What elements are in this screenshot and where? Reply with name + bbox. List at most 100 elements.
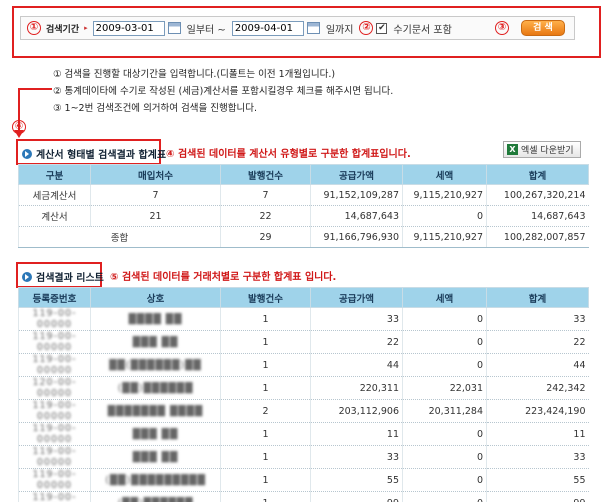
marker-3: ③ xyxy=(495,21,509,35)
cell: (██)██████ xyxy=(90,376,221,400)
cell: 91,152,109,287 xyxy=(310,184,403,206)
cell: 44 xyxy=(486,353,589,377)
redacted-reg-number: 119-00-00000 xyxy=(32,492,77,502)
summary-title-text: 계산서 형태별 검색결과 합계표 xyxy=(36,150,167,161)
table-row: 계산서 21 22 14,687,643 0 14,687,643 xyxy=(18,205,589,227)
cell: 14,687,643 xyxy=(310,205,403,227)
cell: 종합 xyxy=(18,226,221,248)
redacted-company-name: ██(██████)██ xyxy=(109,359,202,371)
calendar-icon[interactable] xyxy=(306,22,320,34)
table-row[interactable]: 119-00-00000 ███ ██ 1 11 0 11 xyxy=(18,422,589,446)
to-date-input[interactable] xyxy=(231,20,304,36)
cell: 100,282,007,857 xyxy=(486,226,589,248)
redacted-company-name: (██)██████ xyxy=(117,382,194,394)
cell: 119-00-00000 xyxy=(18,422,91,446)
from-date-input[interactable] xyxy=(92,20,165,36)
list-note: ⑤ 검색된 데이터를 거래처별로 구분한 합계표 입니다. xyxy=(110,272,337,283)
cell: 100,267,320,214 xyxy=(486,184,589,206)
redacted-company-name: ███████ ████ xyxy=(107,405,204,417)
cell: 0 xyxy=(402,491,487,502)
cell: 세금계산서 xyxy=(18,184,91,206)
cell: 91,166,796,930 xyxy=(310,226,403,248)
cell: 1 xyxy=(220,468,311,492)
cell: 0 xyxy=(402,445,487,469)
list-section-title: 검색결과 리스트 xyxy=(22,269,104,284)
marker-1: ① xyxy=(27,21,41,35)
cell: 99 xyxy=(310,491,403,502)
cell: 1 xyxy=(220,353,311,377)
redacted-reg-number: 119-00-00000 xyxy=(32,446,77,468)
cell: 119-00-00000 xyxy=(18,468,91,492)
table-row[interactable]: 120-00-00000 (██)██████ 1 220,311 22,031 242,… xyxy=(18,376,589,400)
note-line: ② 통계데이타에 수기로 작성된 (세금)계산서를 포함시킬경우 체크를 해주시… xyxy=(53,86,394,97)
cell: 0 xyxy=(402,330,487,354)
cell: (██)██████ xyxy=(90,491,221,502)
table-row[interactable]: 119-00-00000 (██)█████████ 1 55 0 55 xyxy=(18,468,589,492)
cell: 44 xyxy=(310,353,403,377)
cell: 1 xyxy=(220,445,311,469)
col-header: 합계 xyxy=(486,287,589,308)
manual-doc-label: 수기문서 포함 xyxy=(393,24,452,36)
redacted-reg-number: 119-00-00000 xyxy=(32,331,77,353)
cell: 21 xyxy=(90,205,221,227)
cell: ████ ██ xyxy=(90,307,221,331)
cell: 1 xyxy=(220,307,311,331)
cell: 9,115,210,927 xyxy=(402,184,487,206)
cell: 223,424,190 xyxy=(486,399,589,423)
search-bar: ① 검색기간 ▸ 일부터 ~ 일까지 ② ✔ 수기문서 포함 ③ 검 색 xyxy=(20,16,575,40)
redacted-reg-number: 119-00-00000 xyxy=(32,423,77,445)
table-row[interactable]: 119-00-00000 ███ ██ 1 22 0 22 xyxy=(18,330,589,354)
redacted-reg-number: 119-00-00000 xyxy=(32,308,77,330)
cell: 119-00-00000 xyxy=(18,307,91,331)
cell: 119-00-00000 xyxy=(18,491,91,502)
cell: 7 xyxy=(220,184,311,206)
excel-download-button[interactable]: X 엑셀 다운받기 xyxy=(503,141,581,158)
instructions: ① 검색을 진행할 대상기간을 입력합니다.(디폴트는 이전 1개월입니다.) … xyxy=(53,66,393,117)
cell: 22 xyxy=(220,205,311,227)
redacted-company-name: ████ ██ xyxy=(128,313,183,325)
summary-note: ④ 검색된 데이터를 계산서 유형별로 구분한 합계표입니다. xyxy=(166,149,411,160)
cell: 220,311 xyxy=(310,376,403,400)
pointer-arrow-line xyxy=(18,88,52,90)
redacted-company-name: ███ ██ xyxy=(132,428,179,440)
list-header-row: 등록증번호 상호 발행건수 공급가액 세액 합계 xyxy=(18,287,589,308)
marker-2: ② xyxy=(359,21,374,35)
redacted-reg-number: 119-00-00000 xyxy=(32,469,77,491)
list-title-text: 검색결과 리스트 xyxy=(36,273,104,284)
cell: 119-00-00000 xyxy=(18,399,91,423)
table-row[interactable]: 119-00-00000(██)██████199099 xyxy=(18,491,589,502)
cell: 11 xyxy=(310,422,403,446)
cell: ███ ██ xyxy=(90,422,221,446)
cell: ███ ██ xyxy=(90,330,221,354)
col-header: 등록증번호 xyxy=(18,287,91,308)
table-row[interactable]: 119-00-00000 ██(██████)██ 1 44 0 44 xyxy=(18,353,589,377)
result-list-table: 등록증번호 상호 발행건수 공급가액 세액 합계 119-00-00000 ███… xyxy=(18,287,589,502)
calendar-icon[interactable] xyxy=(167,22,181,34)
arrow-icon: ▸ xyxy=(84,24,88,32)
col-header: 발행건수 xyxy=(220,287,311,308)
cell: ██(██████)██ xyxy=(90,353,221,377)
redacted-company-name: (██)█████████ xyxy=(105,474,206,486)
period-label: 검색기간 xyxy=(46,24,80,35)
col-header: 매입처수 xyxy=(90,164,221,185)
table-row[interactable]: 119-00-00000 ███ ██ 1 33 0 33 xyxy=(18,445,589,469)
table-row[interactable]: 119-00-00000 ████ ██ 1 33 0 33 xyxy=(18,307,589,331)
manual-doc-checkbox[interactable]: ✔ xyxy=(376,22,388,34)
cell: 119-00-00000 xyxy=(18,445,91,469)
table-row[interactable]: 119-00-00000 ███████ ████ 2 203,112,906 20,3… xyxy=(18,399,589,423)
summary-section-title: 계산서 형태별 검색결과 합계표 xyxy=(22,146,166,161)
summary-table: 구분 매입처수 발행건수 공급가액 세액 합계 세금계산서 7 7 91,152… xyxy=(18,164,589,248)
col-header: 합계 xyxy=(486,164,589,185)
total-row: 종합 29 91,166,796,930 9,115,210,927 100,2… xyxy=(18,226,589,248)
cell: 0 xyxy=(402,422,487,446)
cell: ███████ ████ xyxy=(90,399,221,423)
cell: 1 xyxy=(220,422,311,446)
cell: 22,031 xyxy=(402,376,487,400)
cell: 22 xyxy=(486,330,589,354)
cell: 계산서 xyxy=(18,205,91,227)
col-header: 상호 xyxy=(90,287,221,308)
cell: 242,342 xyxy=(486,376,589,400)
cell: 9,115,210,927 xyxy=(402,226,487,248)
cell: 14,687,643 xyxy=(486,205,589,227)
search-button[interactable]: 검 색 xyxy=(521,20,565,36)
